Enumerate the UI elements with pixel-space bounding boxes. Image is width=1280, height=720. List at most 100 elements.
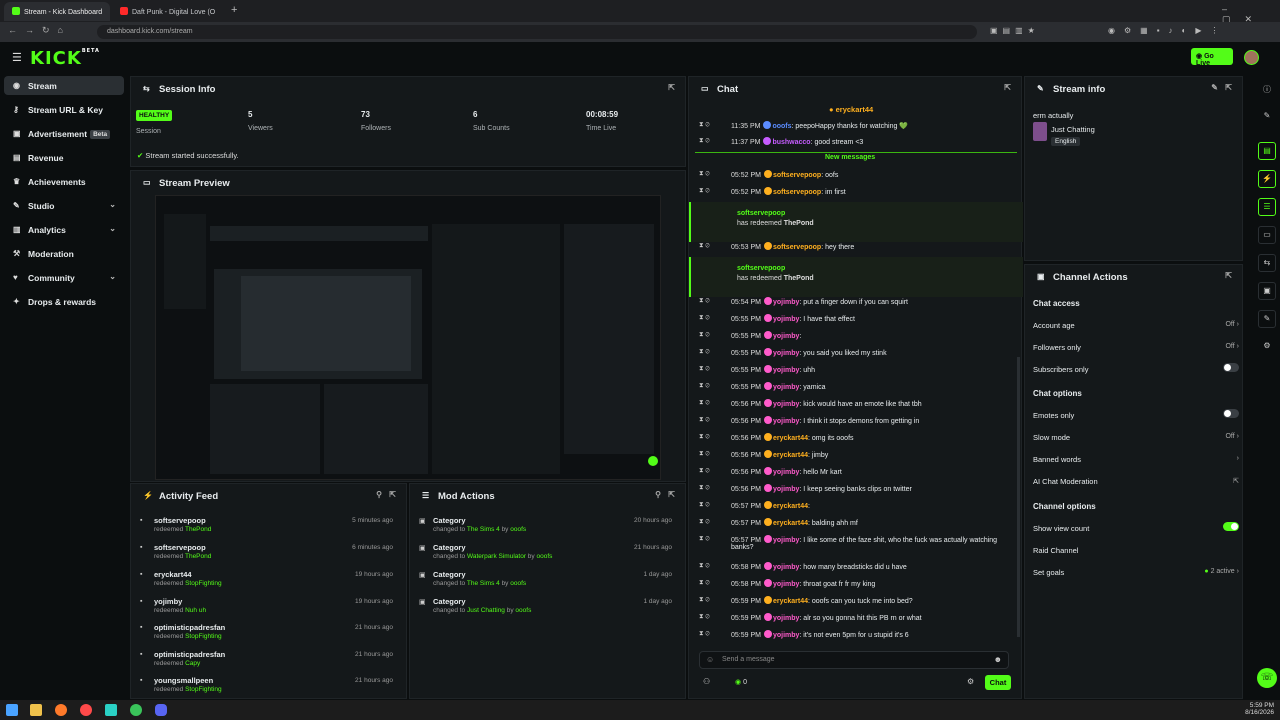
mod-tools-icon[interactable]: ⧗ ⊘ bbox=[699, 535, 710, 543]
mod-tools-icon[interactable]: ⧗ ⊘ bbox=[699, 242, 710, 250]
chat-username[interactable]: eryckart44 bbox=[773, 598, 808, 605]
settings-icon[interactable]: ⚙ bbox=[1258, 338, 1276, 356]
chat-username[interactable]: yojimby bbox=[773, 333, 799, 340]
chat-username[interactable]: yojimby bbox=[773, 581, 799, 588]
chat-username[interactable]: eryckart44 bbox=[773, 520, 808, 527]
popout-icon[interactable]: ⇱ bbox=[389, 490, 396, 499]
popout-icon[interactable]: ⇱ bbox=[1225, 271, 1232, 280]
chat-username[interactable]: yojimby bbox=[773, 367, 799, 374]
mod-tools-icon[interactable]: ⧗ ⊘ bbox=[699, 348, 710, 356]
app-icon[interactable] bbox=[105, 704, 117, 716]
windows-start-icon[interactable] bbox=[6, 704, 18, 716]
go-live-button[interactable]: ◉ Go Live bbox=[1191, 48, 1233, 67]
sidebar-item-drops-rewards[interactable]: ✦ Drops & rewards bbox=[4, 292, 124, 311]
extension-icons[interactable]: ▣▤▥★ bbox=[990, 26, 1040, 35]
browser-tab-youtube[interactable]: Daft Punk - Digital Love (O bbox=[112, 2, 224, 21]
set-goals-row[interactable]: Set goals ● 2 active › bbox=[1033, 568, 1239, 586]
new-tab-icon[interactable]: + bbox=[231, 4, 237, 16]
sidebar-item-studio[interactable]: ✎ Studio ⌄ bbox=[4, 196, 124, 215]
sidebar-item-advertisement[interactable]: ▣ Advertisement Beta bbox=[4, 124, 124, 143]
channel-icon[interactable]: ▣ bbox=[1258, 282, 1276, 300]
mod-tools-icon[interactable]: ⧗ ⊘ bbox=[699, 365, 710, 373]
followers-only-row[interactable]: Followers only Off › bbox=[1033, 343, 1239, 361]
sidebar-item-revenue[interactable]: ▤ Revenue bbox=[4, 148, 124, 167]
mod-tools-icon[interactable]: ⧗ ⊘ bbox=[699, 579, 710, 587]
nav-buttons[interactable]: ←→↻⌂ bbox=[8, 25, 71, 36]
mod-tools-icon[interactable]: ⧗ ⊘ bbox=[699, 121, 710, 129]
chat-username[interactable]: yojimby bbox=[773, 469, 799, 476]
mod-tools-icon[interactable]: ⧗ ⊘ bbox=[699, 484, 710, 492]
mod-tools-icon[interactable]: ⧗ ⊘ bbox=[699, 331, 710, 339]
sidebar-item-stream-url-key[interactable]: ⚷ Stream URL & Key bbox=[4, 100, 124, 119]
chat-username[interactable]: bushwacco bbox=[772, 139, 810, 146]
sidebar-item-stream[interactable]: ◉ Stream bbox=[4, 76, 124, 95]
chat-username[interactable]: yojimby bbox=[773, 486, 799, 493]
mod-tools-icon[interactable]: ⧗ ⊘ bbox=[699, 613, 710, 621]
sidebar-item-community[interactable]: ♥ Community ⌄ bbox=[4, 268, 124, 287]
swap-icon[interactable]: ⇆ bbox=[1258, 254, 1276, 272]
chat-username[interactable]: softservepoop bbox=[773, 244, 821, 251]
toolbar-icons[interactable]: ◉⚙▦▪♪◐▶⋮ bbox=[1108, 26, 1228, 35]
mod-tools-icon[interactable]: ⧗ ⊘ bbox=[699, 596, 710, 604]
emotes-only-toggle[interactable] bbox=[1223, 409, 1239, 418]
file-explorer-icon[interactable] bbox=[30, 704, 42, 716]
chat-send-button[interactable]: Chat bbox=[985, 675, 1011, 690]
discord-icon[interactable] bbox=[155, 704, 167, 716]
url-input[interactable]: dashboard.kick.com/stream bbox=[97, 25, 977, 39]
sidebar-item-analytics[interactable]: ▥ Analytics ⌄ bbox=[4, 220, 124, 239]
chat-settings-icon[interactable]: ⚇ bbox=[703, 677, 710, 686]
browser-tab-kick[interactable]: Stream - Kick Dashboard bbox=[4, 2, 110, 21]
mod-tools-icon[interactable]: ⧗ ⊘ bbox=[699, 467, 710, 475]
mod-tools-icon[interactable]: ⧗ ⊘ bbox=[699, 170, 710, 178]
mod-tools-icon[interactable]: ⧗ ⊘ bbox=[699, 314, 710, 322]
subscribers-only-toggle[interactable] bbox=[1223, 363, 1239, 372]
chat-username[interactable]: eryckart44 bbox=[773, 452, 808, 459]
gear-icon[interactable]: ⚙ bbox=[967, 677, 974, 686]
chat-username[interactable]: softservepoop bbox=[773, 172, 821, 179]
chat-username[interactable]: eryckart44 bbox=[773, 503, 808, 510]
chat-input[interactable]: Send a message ☺ ☻ bbox=[699, 651, 1009, 669]
chat-username[interactable]: ooofs bbox=[772, 123, 791, 130]
raid-channel-row[interactable]: Raid Channel bbox=[1033, 546, 1239, 564]
chat-username[interactable]: yojimby bbox=[773, 632, 799, 639]
popout-icon[interactable]: ⇱ bbox=[668, 83, 675, 92]
chat-scrollbar[interactable] bbox=[1017, 357, 1020, 637]
chat-username[interactable]: yojimby bbox=[773, 299, 799, 306]
chat-username[interactable]: eryckart44 bbox=[773, 435, 808, 442]
emoji-icon[interactable]: ☺ bbox=[706, 655, 714, 664]
mod-tools-icon[interactable]: ⧗ ⊘ bbox=[699, 562, 710, 570]
mod-tools-icon[interactable]: ⧗ ⊘ bbox=[699, 433, 710, 441]
chat-bubble-icon[interactable]: ▭ bbox=[1258, 226, 1276, 244]
list-icon[interactable]: ☰ bbox=[1258, 198, 1276, 216]
chat-username[interactable]: yojimby bbox=[773, 537, 799, 544]
emote-picker-icon[interactable]: ☻ bbox=[994, 655, 1002, 664]
chat-username[interactable]: yojimby bbox=[773, 418, 799, 425]
mod-tools-icon[interactable]: ⧗ ⊘ bbox=[699, 382, 710, 390]
info-icon[interactable]: ⓘ bbox=[1258, 82, 1276, 100]
layout-icon[interactable]: ▤ bbox=[1258, 142, 1276, 160]
mod-tools-icon[interactable]: ⧗ ⊘ bbox=[699, 416, 710, 424]
sidebar-item-achievements[interactable]: ♛ Achievements bbox=[4, 172, 124, 191]
chat-username[interactable]: yojimby bbox=[773, 316, 799, 323]
ai-chat-moderation-row[interactable]: AI Chat Moderation ⇱ bbox=[1033, 477, 1239, 495]
hamburger-menu-icon[interactable]: ☰ bbox=[12, 51, 22, 64]
help-chat-icon[interactable]: ☏ bbox=[1257, 668, 1277, 688]
sidebar-item-moderation[interactable]: ⚒ Moderation bbox=[4, 244, 124, 263]
lightning-icon[interactable]: ⚡ bbox=[1258, 170, 1276, 188]
chat-username[interactable]: yojimby bbox=[773, 401, 799, 408]
popout-icon[interactable]: ⇱ bbox=[668, 490, 675, 499]
account-age-row[interactable]: Account age Off › bbox=[1033, 321, 1239, 339]
edit-icon[interactable]: ✎ bbox=[1211, 83, 1218, 92]
chat-username[interactable]: softservepoop bbox=[773, 189, 821, 196]
popout-icon[interactable]: ⇱ bbox=[1004, 83, 1011, 92]
mod-tools-icon[interactable]: ⧗ ⊘ bbox=[699, 137, 710, 145]
mod-tools-icon[interactable]: ⧗ ⊘ bbox=[699, 450, 710, 458]
filter-icon[interactable]: ⚲ bbox=[376, 490, 382, 499]
chat-username[interactable]: yojimby bbox=[773, 384, 799, 391]
mod-tools-icon[interactable]: ⧗ ⊘ bbox=[699, 630, 710, 638]
filter-icon[interactable]: ⚲ bbox=[655, 490, 661, 499]
mod-tools-icon[interactable]: ⧗ ⊘ bbox=[699, 399, 710, 407]
slow-mode-row[interactable]: Slow mode Off › bbox=[1033, 433, 1239, 451]
banned-words-row[interactable]: Banned words › bbox=[1033, 455, 1239, 473]
chat-username[interactable]: yojimby bbox=[773, 350, 799, 357]
